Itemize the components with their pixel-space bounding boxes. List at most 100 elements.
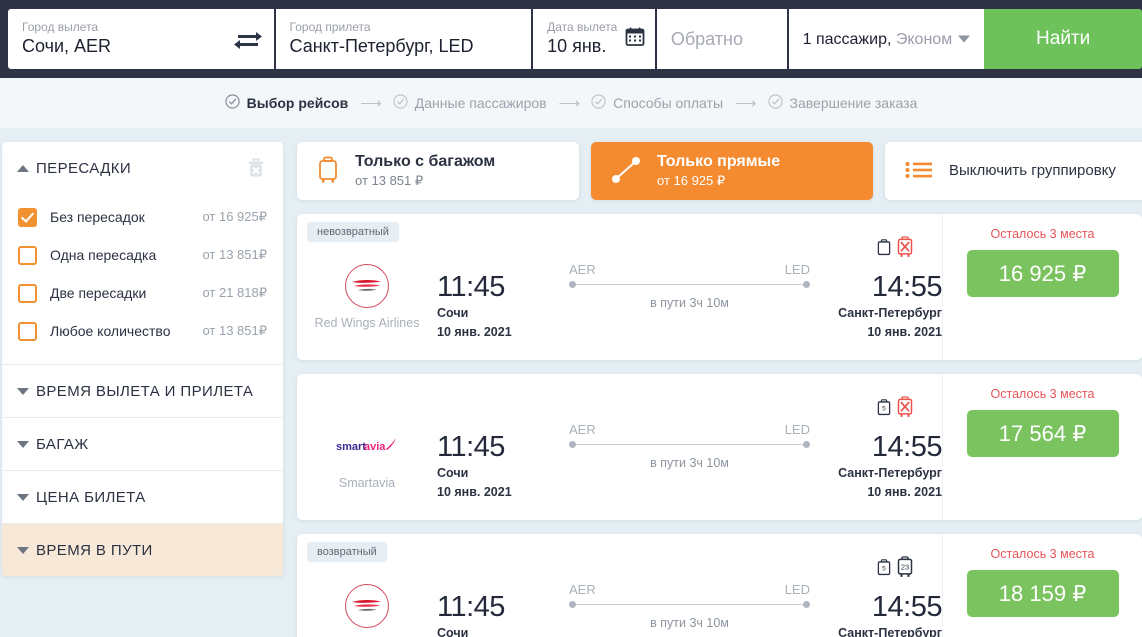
check-circle-icon — [591, 94, 606, 112]
return-date-field[interactable]: Обратно — [656, 9, 787, 69]
transfers-options-list: Без пересадок от 16 925₽ Одна пересадка от … — [2, 194, 283, 364]
route-dot-origin — [569, 441, 576, 448]
suitcase-icon — [317, 156, 339, 187]
transfer-option-price: от 16 925₽ — [202, 209, 267, 224]
checked-baggage-not-included-icon — [897, 396, 913, 417]
origin-airport-code: AER — [569, 582, 596, 597]
departure-city: Сочи — [437, 466, 469, 480]
check-circle-icon — [225, 94, 240, 112]
flight-card[interactable]: возвратный 5 23 Red Wings Airlines11:45 Сочи… — [297, 534, 1142, 637]
depart-date-field[interactable]: Дата вылета 10 янв. — [533, 9, 655, 69]
swap-horizontal-icon[interactable] — [232, 27, 264, 51]
departure-time: 11:45 — [437, 271, 505, 303]
trash-icon[interactable] — [247, 158, 265, 183]
transfer-option-2[interactable]: Две пересадки от 21 818₽ — [2, 274, 283, 312]
step-label: Способы оплаты — [613, 95, 724, 111]
chevron-down-icon — [17, 440, 29, 448]
filter-direct-only-button[interactable]: Только прямые от 16 925 ₽ — [591, 142, 873, 200]
checkbox-icon[interactable] — [18, 245, 37, 265]
filter-baggage-price: от 13 851 ₽ — [355, 173, 424, 188]
filter-baggage-only-button[interactable]: Только с багажом от 13 851 ₽ — [297, 142, 579, 200]
departure-time: 11:45 — [437, 591, 505, 623]
filters-sidebar: ПЕРЕСАДКИ Без пересадок от 16 925₽ Одна пе… — [2, 142, 283, 576]
baggage-icons: 5 — [876, 396, 914, 418]
route-dot-origin — [569, 601, 576, 608]
destination-airport-code: LED — [784, 262, 810, 277]
sidebar-section-price[interactable]: ЦЕНА БИЛЕТА — [2, 471, 283, 523]
airline-block: smart avia Smartavia — [297, 422, 437, 490]
arrival-date: 10 янв. 2021 — [867, 325, 942, 339]
route-connector — [573, 444, 806, 445]
sidebar-section-times[interactable]: ВРЕМЯ ВЫЛЕТА И ПРИЛЕТА — [2, 365, 283, 417]
transfer-option-3[interactable]: Любое количество от 13 851₽ — [2, 312, 283, 350]
svg-text:smart: smart — [336, 441, 366, 453]
step-1[interactable]: Выбор рейсов — [225, 94, 349, 112]
route-dot-destination — [803, 441, 810, 448]
step-arrow-separator: ⟶ — [360, 95, 381, 112]
filter-direct-price: от 16 925 ₽ — [657, 173, 726, 188]
fare-type-badge: возвратный — [307, 542, 387, 562]
origin-airport-code: AER — [569, 262, 596, 277]
step-3[interactable]: Способы оплаты — [591, 94, 723, 112]
smartavia-logo: smart avia — [336, 424, 398, 468]
chevron-down-icon[interactable] — [958, 35, 971, 43]
sidebar-section-baggage[interactable]: БАГАЖ — [2, 418, 283, 470]
select-fare-button[interactable]: 16 925 ₽ — [966, 250, 1119, 297]
search-bar: Город вылета Сочи, AER Город прилета Сан… — [0, 0, 1142, 78]
destination-field[interactable]: Город прилета Санкт-Петербург, LED — [275, 9, 532, 69]
sidebar-section-title: ЦЕНА БИЛЕТА — [36, 488, 146, 506]
step-4[interactable]: Завершение заказа — [767, 94, 917, 112]
price-block: Осталось 3 места 16 925 ₽ — [942, 214, 1142, 360]
flight-card[interactable]: 5 smart avia Smartavia 11:45 Сочи 10 янв. 2021… — [297, 374, 1142, 520]
select-fare-button[interactable]: 18 159 ₽ — [966, 570, 1119, 617]
destination-airport-code: LED — [784, 422, 810, 437]
passengers-class-value: 1 пассажир, Эконом — [789, 28, 985, 51]
airline-name: Red Wings Airlines — [314, 316, 420, 330]
sidebar-section-title: БАГАЖ — [36, 435, 89, 453]
arrival-time: 14:55 — [871, 431, 943, 463]
seats-left-notice: Осталось 3 места — [990, 227, 1095, 241]
return-date-placeholder: Обратно — [670, 28, 743, 49]
arrival-time: 14:55 — [871, 591, 943, 623]
price-block: Осталось 3 места 18 159 ₽ — [942, 534, 1142, 637]
red-wings-logo — [345, 264, 389, 308]
step-2[interactable]: Данные пассажиров — [393, 94, 547, 112]
departure-block: 11:45 Сочи 10 янв. 2021 — [437, 262, 557, 342]
chevron-up-icon — [17, 164, 29, 172]
step-label: Выбор рейсов — [246, 95, 349, 111]
booking-steps-breadcrumb: Выбор рейсов ⟶ Данные пассажиров ⟶ Способы о… — [0, 78, 1142, 128]
chevron-down-icon — [17, 546, 29, 554]
passengers-class-field[interactable]: 1 пассажир, Эконом — [788, 9, 985, 69]
flight-duration: в пути 3ч 10м — [650, 616, 729, 630]
route-dot-destination — [803, 281, 810, 288]
destination-value: Санкт-Петербург, LED — [289, 36, 474, 56]
flight-card[interactable]: невозвратный Red Wings Airlines 11:45 Сочи 1… — [297, 214, 1142, 360]
svg-text:avia: avia — [364, 441, 386, 453]
svg-text:5: 5 — [882, 566, 886, 573]
toggle-grouping-button[interactable]: Выключить группировку — [885, 142, 1142, 200]
arrival-time: 14:55 — [871, 271, 943, 303]
checkbox-icon[interactable] — [18, 283, 37, 303]
checkbox-checked-icon[interactable] — [18, 207, 37, 227]
transfer-option-1[interactable]: Одна пересадка от 13 851₽ — [2, 236, 283, 274]
content-area: ПЕРЕСАДКИ Без пересадок от 16 925₽ Одна пе… — [0, 128, 1142, 637]
seats-left-notice: Осталось 3 места — [990, 387, 1095, 401]
sidebar-section-transfers[interactable]: ПЕРЕСАДКИ — [2, 142, 283, 194]
sidebar-section-duration[interactable]: ВРЕМЯ В ПУТИ — [2, 524, 283, 576]
origin-field[interactable]: Город вылета Сочи, AER — [8, 9, 274, 69]
transfer-option-price: от 13 851₽ — [202, 247, 267, 262]
route-dot-origin — [569, 281, 576, 288]
transfer-option-0[interactable]: Без пересадок от 16 925₽ — [2, 198, 283, 236]
chevron-down-icon — [17, 387, 29, 395]
chevron-down-icon — [17, 493, 29, 501]
select-fare-button[interactable]: 17 564 ₽ — [966, 410, 1119, 457]
svg-text:5: 5 — [882, 406, 886, 413]
checkbox-icon[interactable] — [18, 321, 37, 341]
search-button[interactable]: Найти — [984, 9, 1142, 69]
transfer-option-label: Любое количество — [50, 323, 171, 339]
check-circle-icon — [393, 94, 408, 112]
route-dot-destination — [803, 601, 810, 608]
arrival-city: Санкт-Петербург — [838, 306, 942, 320]
calendar-icon[interactable] — [625, 27, 645, 52]
list-icon — [905, 160, 933, 183]
